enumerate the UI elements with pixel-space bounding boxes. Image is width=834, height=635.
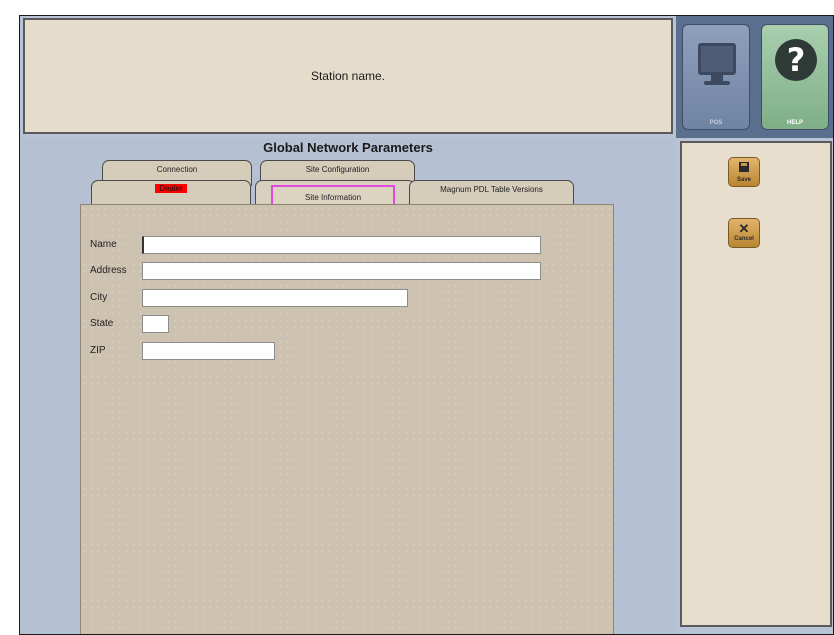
page-title: Global Network Parameters [263,140,433,155]
save-button[interactable]: Save [728,157,760,187]
pos-button-label: POS [709,120,723,126]
tab-dealer-label: Dealer [155,184,187,193]
city-label: City [90,292,108,303]
zip-label: ZIP [90,345,106,356]
help-button[interactable]: ? HELP [761,24,829,130]
monitor-base [704,81,730,85]
zip-input[interactable] [142,342,275,360]
cancel-button[interactable]: ✕ Cancel [728,218,760,248]
state-label: State [90,318,114,329]
save-button-label: Save [736,177,751,183]
station-name-text: Station name. [310,69,386,83]
tab-site-configuration-label: Site Configuration [305,165,370,174]
close-x-icon: ✕ [738,221,750,236]
state-input[interactable] [142,315,169,333]
station-name-banner: Station name. [23,18,673,134]
tab-pdl-table-versions[interactable]: Magnum PDL Table Versions [409,180,574,206]
city-input[interactable] [142,289,408,307]
site-information-panel: Name Address City State ZIP [80,204,614,634]
monitor-icon [698,43,736,75]
tab-connection-label: Connection [156,165,198,174]
help-button-label: HELP [786,120,803,126]
top-icon-bar: POS ? HELP [676,16,833,138]
tab-dealer[interactable]: Dealer [91,180,251,206]
pos-button[interactable]: POS [682,24,750,130]
tab-site-information[interactable]: Site Information [255,180,415,210]
address-input[interactable] [142,262,541,280]
cancel-button-label: Cancel [734,236,754,242]
action-panel: Save ✕ Cancel [680,141,832,627]
application-window: Station name. POS ? HELP Global Network … [19,15,834,635]
tab-pdl-table-versions-label: Magnum PDL Table Versions [440,185,543,194]
tab-site-information-label: Site Information [304,193,362,202]
main-content: Global Network Parameters Connection Sit… [20,138,676,634]
floppy-disk-icon [739,162,749,172]
address-label: Address [90,265,127,276]
help-question-icon: ? [775,39,817,81]
name-label: Name [90,239,117,250]
name-input[interactable] [142,236,541,254]
